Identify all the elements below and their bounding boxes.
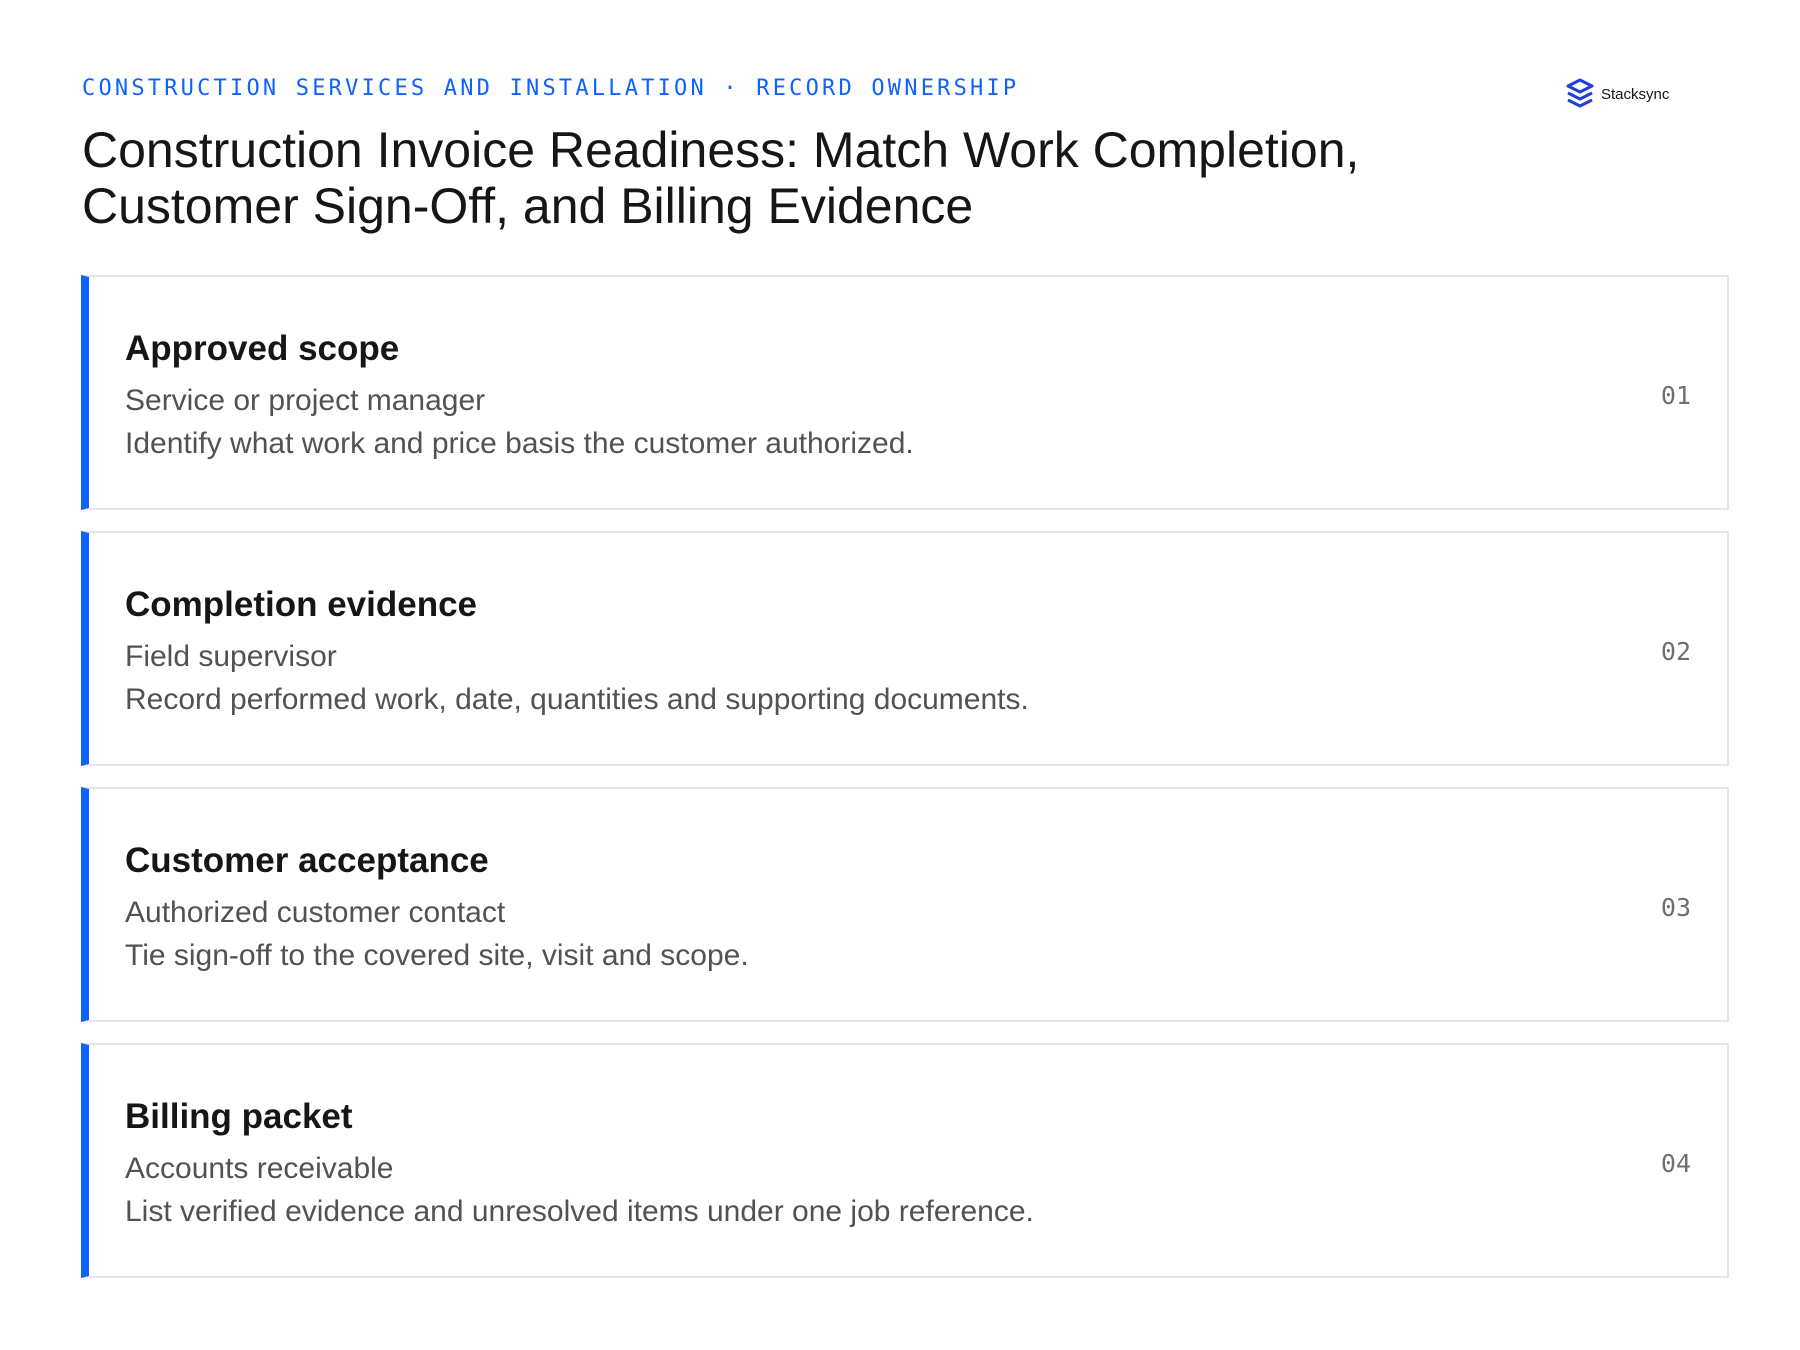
card-title: Billing packet — [125, 1097, 353, 1136]
page-title: Construction Invoice Readiness: Match Wo… — [82, 122, 1360, 234]
logo-text: Stacksync — [1601, 85, 1670, 103]
brand-logo: Stacksync — [1565, 78, 1669, 110]
card-number: 01 — [1660, 381, 1691, 410]
card-completion-evidence: Completion evidence Field supervisor Rec… — [81, 531, 1729, 766]
card-title: Completion evidence — [125, 585, 478, 624]
card-list: Approved scope Service or project manage… — [81, 275, 1729, 1299]
card-billing-packet: Billing packet Accounts receivable List … — [81, 1043, 1729, 1278]
card-number: 02 — [1660, 637, 1691, 666]
card-description: List verified evidence and unresolved it… — [125, 1195, 1034, 1228]
card-description: Tie sign-off to the covered site, visit … — [125, 939, 749, 972]
eyebrow-category: CONSTRUCTION SERVICES AND INSTALLATION ·… — [82, 76, 1020, 101]
card-owner: Authorized customer contact — [125, 896, 506, 929]
card-number: 03 — [1660, 893, 1691, 922]
stacksync-logo-icon — [1565, 78, 1595, 110]
card-description: Record performed work, date, quantities … — [125, 683, 1029, 716]
card-number: 04 — [1660, 1149, 1691, 1178]
card-title: Approved scope — [125, 329, 400, 368]
card-customer-acceptance: Customer acceptance Authorized customer … — [81, 787, 1729, 1022]
card-title: Customer acceptance — [125, 841, 489, 880]
card-description: Identify what work and price basis the c… — [125, 427, 914, 460]
card-owner: Field supervisor — [125, 640, 337, 673]
card-owner: Service or project manager — [125, 384, 486, 417]
card-owner: Accounts receivable — [125, 1152, 394, 1185]
card-approved-scope: Approved scope Service or project manage… — [81, 275, 1729, 510]
